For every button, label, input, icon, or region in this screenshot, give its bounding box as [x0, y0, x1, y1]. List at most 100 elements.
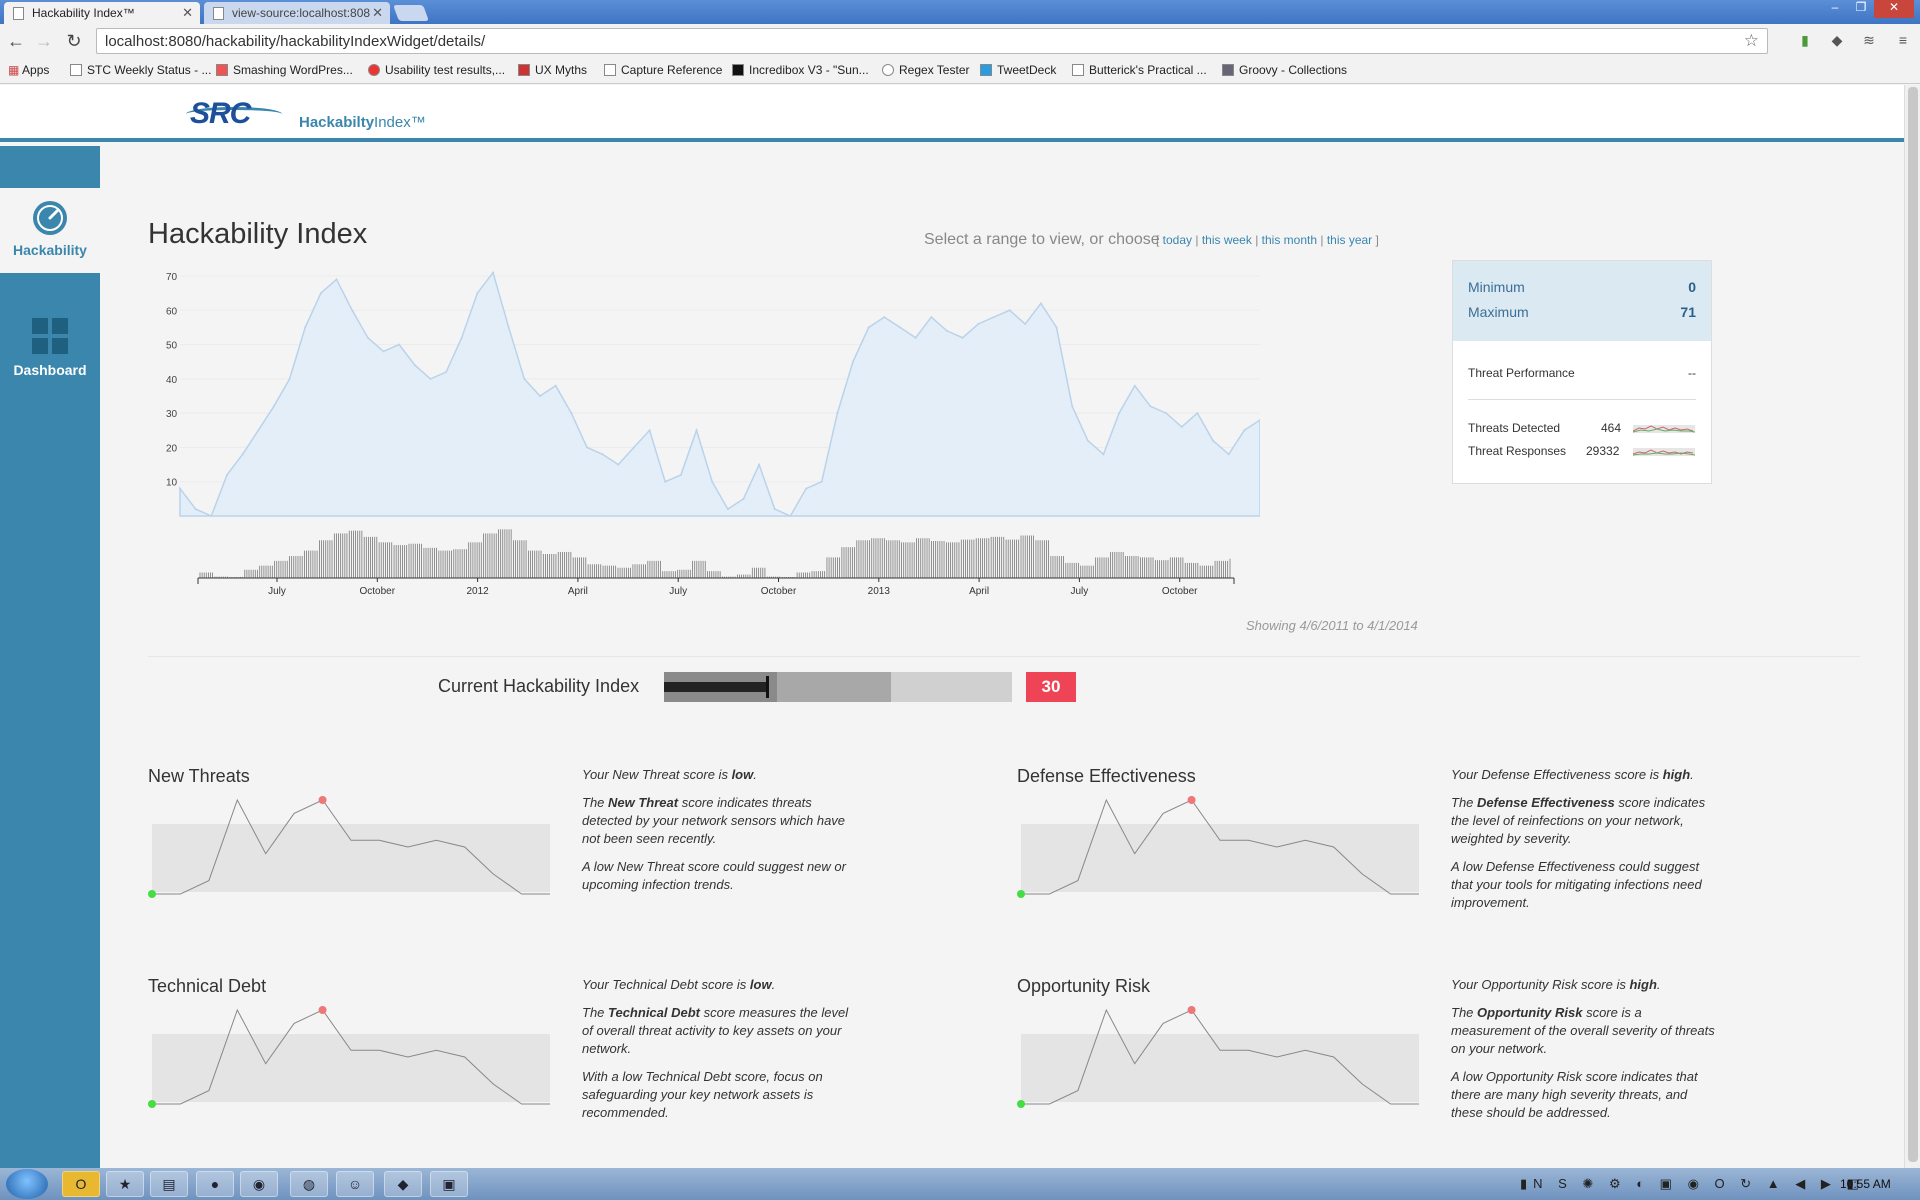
threats-detected-value: 464 — [1601, 421, 1622, 435]
regex-icon — [882, 64, 894, 76]
data-point — [319, 292, 322, 295]
bookmark-item[interactable]: Butterick's Practical ... — [1072, 63, 1207, 77]
current-index-bullet — [664, 672, 1012, 702]
hackability-chart[interactable]: 10 20 30 40 50 60 70 July October 2012 April July Oc… — [140, 266, 1260, 616]
detail-text: The — [582, 1005, 609, 1020]
close-window-icon[interactable]: ✕ — [1874, 0, 1914, 18]
data-point — [992, 316, 995, 319]
data-point — [1024, 323, 1027, 325]
app-icon[interactable]: ▣ — [430, 1171, 468, 1197]
browser-tabstrip: Hackability Index™ ✕ view-source:localho… — [0, 0, 1920, 24]
page-title: Hackability Index — [148, 218, 368, 250]
y-tick-label: 20 — [166, 443, 178, 454]
firefox-icon[interactable]: ● — [196, 1171, 234, 1197]
data-point — [1086, 439, 1089, 442]
advice-text: A low New Threat score could suggest new… — [582, 859, 846, 892]
bookmark-item[interactable]: STC Weekly Status - ... — [70, 63, 211, 77]
gauge-icon — [33, 201, 67, 235]
explorer-icon[interactable]: ★ — [106, 1171, 144, 1197]
extension-icon[interactable]: ▮ — [1796, 32, 1814, 50]
bookmark-item[interactable]: Usability test results,... — [368, 63, 505, 77]
data-point — [899, 326, 901, 329]
page-icon — [13, 7, 24, 20]
data-point — [1008, 309, 1011, 312]
range-link-month[interactable]: this month — [1262, 233, 1317, 247]
bookmark-label: STC Weekly Status - ... — [87, 63, 212, 77]
data-point — [210, 515, 213, 517]
brand-name: HackabiltyIndex™ — [299, 114, 426, 131]
divider — [1468, 399, 1696, 400]
data-point — [883, 316, 886, 319]
bookmark-label: Groovy - Collections — [1239, 63, 1348, 77]
chrome-icon[interactable]: ◉ — [240, 1171, 278, 1197]
data-point — [460, 336, 463, 339]
new-tab-button[interactable] — [393, 5, 429, 21]
forward-icon[interactable]: → — [32, 29, 56, 53]
range-link-year[interactable]: this year — [1327, 233, 1372, 247]
smiley-icon[interactable]: ☺ — [336, 1171, 374, 1197]
page-icon — [213, 7, 224, 20]
app-icon[interactable]: ◍ — [290, 1171, 328, 1197]
data-point — [1165, 412, 1168, 415]
reload-icon[interactable]: ↻ — [62, 29, 86, 53]
bookmark-item[interactable]: UX Myths — [518, 63, 587, 77]
page-scrollbar[interactable] — [1904, 85, 1920, 1168]
normal-range-band — [152, 824, 550, 892]
data-point — [492, 271, 495, 274]
bookmark-apps[interactable]: ▦ Apps — [8, 63, 49, 77]
tab-hackability-index[interactable]: Hackability Index™ ✕ — [4, 2, 200, 24]
start-button[interactable] — [6, 1169, 48, 1199]
bookmark-star-icon[interactable]: ☆ — [1744, 31, 1759, 51]
close-tab-icon[interactable]: ✕ — [182, 5, 193, 21]
data-point — [1196, 412, 1199, 415]
data-point — [476, 292, 479, 295]
bookmark-item[interactable]: Groovy - Collections — [1222, 63, 1347, 77]
data-point — [507, 326, 510, 329]
bookmark-item[interactable]: Capture Reference — [604, 63, 722, 77]
menu-icon[interactable]: ≡ — [1894, 32, 1912, 50]
minimum-label: Minimum — [1468, 279, 1525, 295]
x-tick-label: July — [1071, 586, 1089, 597]
tab-view-source[interactable]: view-source:localhost:808 ✕ — [204, 2, 390, 24]
bookmark-item[interactable]: Smashing WordPres... — [216, 63, 353, 77]
folder-icon[interactable]: ▤ — [150, 1171, 188, 1197]
back-icon[interactable]: ← — [4, 29, 28, 53]
range-link-week[interactable]: this week — [1202, 233, 1252, 247]
data-point — [1071, 405, 1074, 408]
scrollbar-thumb[interactable] — [1908, 87, 1918, 1162]
range-prompt: Select a range to view, or choose — [924, 231, 1160, 248]
normal-range-band — [1021, 1034, 1419, 1102]
detail-term: Technical Debt — [608, 1005, 700, 1020]
restore-icon[interactable]: ❐ — [1848, 0, 1874, 18]
data-point — [351, 309, 354, 312]
git-icon[interactable]: ◆ — [384, 1171, 422, 1197]
sidebar-item-hackability[interactable]: Hackability — [0, 188, 100, 276]
data-point — [1055, 326, 1058, 329]
date-range-caption: Showing 4/6/2011 to 4/1/2014 — [1246, 618, 1418, 633]
data-point — [1039, 302, 1042, 305]
min-point — [148, 1100, 156, 1108]
summary-text: Your Defense Effectiveness score is — [1451, 767, 1663, 782]
bookmark-item[interactable]: Incredibox V3 - "Sun... — [732, 63, 869, 77]
outlook-icon[interactable]: O — [62, 1171, 100, 1197]
extension-icon[interactable]: ◆ — [1828, 32, 1846, 50]
detail-text: The — [1451, 795, 1478, 810]
summary-text: Your Technical Debt score is — [582, 977, 750, 992]
range-link-today[interactable]: today — [1163, 233, 1192, 247]
close-tab-icon[interactable]: ✕ — [372, 5, 383, 21]
min-point — [1017, 1100, 1025, 1108]
address-bar[interactable]: localhost:8080/hackability/hackabilityIn… — [96, 28, 1768, 54]
bookmark-item[interactable]: TweetDeck — [980, 63, 1056, 77]
data-point — [585, 446, 588, 449]
bookmark-label: Incredibox V3 - "Sun... — [749, 63, 869, 77]
layers-icon[interactable]: ≋ — [1860, 32, 1878, 50]
stats-range-box — [1453, 261, 1711, 341]
current-index-label: Current Hackability Index — [438, 676, 640, 696]
bookmarks-bar: ▦ Apps STC Weekly Status - ... Smashing … — [0, 58, 1920, 84]
minimize-icon[interactable]: – — [1822, 0, 1848, 18]
data-point — [1227, 453, 1230, 456]
y-tick-label: 60 — [166, 306, 178, 317]
detail-term: New Threat — [608, 795, 679, 810]
sidebar-item-dashboard[interactable]: Dashboard — [0, 318, 100, 398]
bookmark-item[interactable]: Regex Tester — [882, 63, 969, 77]
